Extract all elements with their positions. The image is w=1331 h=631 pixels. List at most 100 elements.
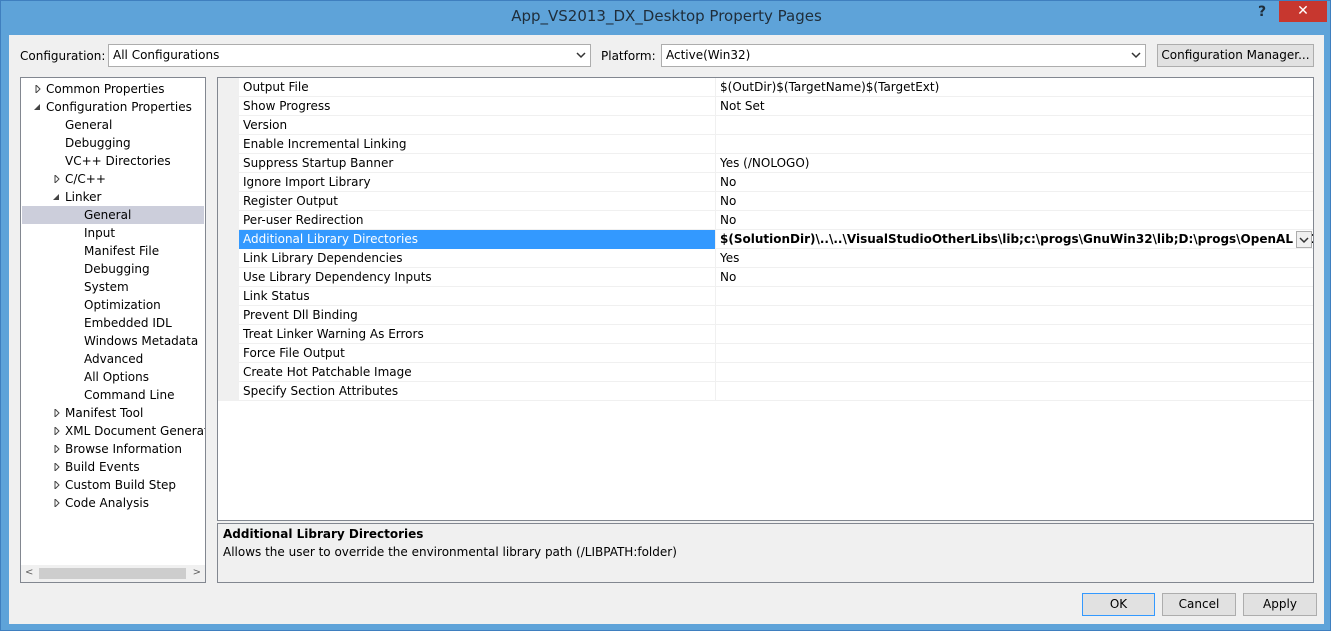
property-value[interactable] bbox=[717, 344, 1313, 363]
property-value[interactable] bbox=[717, 382, 1313, 401]
platform-combo[interactable]: Active(Win32) bbox=[661, 44, 1146, 67]
cancel-button[interactable]: Cancel bbox=[1162, 593, 1236, 616]
property-row[interactable]: Use Library Dependency Inputs No bbox=[218, 268, 1313, 287]
property-row[interactable]: Enable Incremental Linking bbox=[218, 135, 1313, 154]
property-name[interactable]: Register Output bbox=[239, 192, 716, 211]
property-tree[interactable]: Common Properties Configuration Propertie… bbox=[20, 77, 206, 583]
ok-button[interactable]: OK bbox=[1082, 593, 1155, 616]
property-row[interactable]: Suppress Startup Banner Yes (/NOLOGO) bbox=[218, 154, 1313, 173]
property-name[interactable]: Ignore Import Library bbox=[239, 173, 716, 192]
collapsed-arrow-icon[interactable] bbox=[53, 499, 61, 507]
scroll-left-icon[interactable]: < bbox=[25, 567, 33, 578]
tree-item[interactable]: Optimization bbox=[22, 296, 204, 314]
tree-item[interactable]: Input bbox=[22, 224, 204, 242]
property-value[interactable]: $(OutDir)$(TargetName)$(TargetExt) bbox=[717, 78, 1313, 97]
property-value[interactable]: Not Set bbox=[717, 97, 1313, 116]
property-row[interactable]: Version bbox=[218, 116, 1313, 135]
property-name[interactable]: Version bbox=[239, 116, 716, 135]
tree-item[interactable]: Manifest Tool bbox=[22, 404, 204, 422]
property-row[interactable]: Link Library Dependencies Yes bbox=[218, 249, 1313, 268]
apply-button[interactable]: Apply bbox=[1243, 593, 1317, 616]
property-value[interactable]: No bbox=[717, 192, 1313, 211]
tree-item[interactable]: Build Events bbox=[22, 458, 204, 476]
tree-item[interactable]: C/C++ bbox=[22, 170, 204, 188]
tree-item[interactable]: Browse Information bbox=[22, 440, 204, 458]
property-row[interactable]: Create Hot Patchable Image bbox=[218, 363, 1313, 382]
collapsed-arrow-icon[interactable] bbox=[53, 445, 61, 453]
collapsed-arrow-icon[interactable] bbox=[53, 175, 61, 183]
property-row[interactable]: Specify Section Attributes bbox=[218, 382, 1313, 401]
property-value[interactable]: No bbox=[717, 268, 1313, 287]
property-row[interactable]: Register Output No bbox=[218, 192, 1313, 211]
property-value[interactable] bbox=[717, 135, 1313, 154]
property-name[interactable]: Prevent Dll Binding bbox=[239, 306, 716, 325]
scrollbar-thumb[interactable] bbox=[39, 568, 186, 579]
property-name[interactable]: Treat Linker Warning As Errors bbox=[239, 325, 716, 344]
property-name[interactable]: Show Progress bbox=[239, 97, 716, 116]
property-row[interactable]: Additional Library Directories $(Solution… bbox=[218, 230, 1313, 249]
tree-item[interactable]: XML Document Generator bbox=[22, 422, 205, 440]
property-row[interactable]: Treat Linker Warning As Errors bbox=[218, 325, 1313, 344]
property-grid[interactable]: Output File $(OutDir)$(TargetName)$(Targe… bbox=[217, 77, 1314, 521]
property-row[interactable]: Output File $(OutDir)$(TargetName)$(Targe… bbox=[218, 78, 1313, 97]
scroll-right-icon[interactable]: > bbox=[193, 567, 201, 578]
collapsed-arrow-icon[interactable] bbox=[53, 409, 61, 417]
property-value[interactable]: Yes bbox=[717, 249, 1313, 268]
tree-item[interactable]: Configuration Properties bbox=[22, 98, 204, 116]
tree-item[interactable]: Embedded IDL bbox=[22, 314, 204, 332]
tree-horizontal-scrollbar[interactable]: < > bbox=[21, 565, 205, 582]
property-row[interactable]: Show Progress Not Set bbox=[218, 97, 1313, 116]
tree-item[interactable]: Debugging bbox=[22, 260, 204, 278]
tree-item[interactable]: Code Analysis bbox=[22, 494, 204, 512]
property-row[interactable]: Force File Output bbox=[218, 344, 1313, 363]
property-value[interactable] bbox=[717, 116, 1313, 135]
value-dropdown-button[interactable] bbox=[1296, 231, 1312, 248]
collapsed-arrow-icon[interactable] bbox=[53, 481, 61, 489]
property-name[interactable]: Link Status bbox=[239, 287, 716, 306]
property-name[interactable]: Force File Output bbox=[239, 344, 716, 363]
property-value[interactable]: $(SolutionDir)\..\..\VisualStudioOtherLi… bbox=[717, 230, 1313, 249]
property-name[interactable]: Use Library Dependency Inputs bbox=[239, 268, 716, 287]
property-row[interactable]: Per-user Redirection No bbox=[218, 211, 1313, 230]
tree-item[interactable]: Linker bbox=[22, 188, 204, 206]
property-name[interactable]: Enable Incremental Linking bbox=[239, 135, 716, 154]
property-value[interactable]: Yes (/NOLOGO) bbox=[717, 154, 1313, 173]
tree-item[interactable]: All Options bbox=[22, 368, 204, 386]
expanded-arrow-icon[interactable] bbox=[53, 193, 61, 201]
collapsed-arrow-icon[interactable] bbox=[53, 463, 61, 471]
property-row[interactable]: Link Status bbox=[218, 287, 1313, 306]
tree-item[interactable]: Debugging bbox=[22, 134, 204, 152]
tree-item[interactable]: Common Properties bbox=[22, 80, 204, 98]
tree-item[interactable]: Advanced bbox=[22, 350, 204, 368]
title-bar[interactable]: App_VS2013_DX_Desktop Property Pages ? ✕ bbox=[1, 1, 1331, 35]
collapsed-arrow-icon[interactable] bbox=[34, 85, 42, 93]
tree-item[interactable]: VC++ Directories bbox=[22, 152, 204, 170]
property-name[interactable]: Per-user Redirection bbox=[239, 211, 716, 230]
tree-item[interactable]: Command Line bbox=[22, 386, 204, 404]
property-value[interactable] bbox=[717, 325, 1313, 344]
property-name[interactable]: Create Hot Patchable Image bbox=[239, 363, 716, 382]
property-name[interactable]: Specify Section Attributes bbox=[239, 382, 716, 401]
configuration-combo[interactable]: All Configurations bbox=[108, 44, 591, 67]
property-value[interactable] bbox=[717, 287, 1313, 306]
property-row[interactable]: Ignore Import Library No bbox=[218, 173, 1313, 192]
collapsed-arrow-icon[interactable] bbox=[53, 427, 61, 435]
property-value[interactable]: No bbox=[717, 173, 1313, 192]
tree-item[interactable]: Windows Metadata bbox=[22, 332, 204, 350]
close-button[interactable]: ✕ bbox=[1279, 1, 1327, 22]
help-button[interactable]: ? bbox=[1249, 1, 1275, 23]
tree-item[interactable]: System bbox=[22, 278, 204, 296]
expanded-arrow-icon[interactable] bbox=[34, 103, 42, 111]
property-value[interactable]: No bbox=[717, 211, 1313, 230]
property-value[interactable] bbox=[717, 306, 1313, 325]
property-value[interactable] bbox=[717, 363, 1313, 382]
property-name[interactable]: Link Library Dependencies bbox=[239, 249, 716, 268]
tree-item[interactable]: Custom Build Step bbox=[22, 476, 204, 494]
property-name[interactable]: Suppress Startup Banner bbox=[239, 154, 716, 173]
property-name[interactable]: Output File bbox=[239, 78, 716, 97]
tree-item[interactable]: General bbox=[22, 116, 204, 134]
property-row[interactable]: Prevent Dll Binding bbox=[218, 306, 1313, 325]
tree-item[interactable]: Manifest File bbox=[22, 242, 204, 260]
configuration-manager-button[interactable]: Configuration Manager... bbox=[1157, 44, 1314, 67]
property-name[interactable]: Additional Library Directories bbox=[239, 230, 716, 249]
